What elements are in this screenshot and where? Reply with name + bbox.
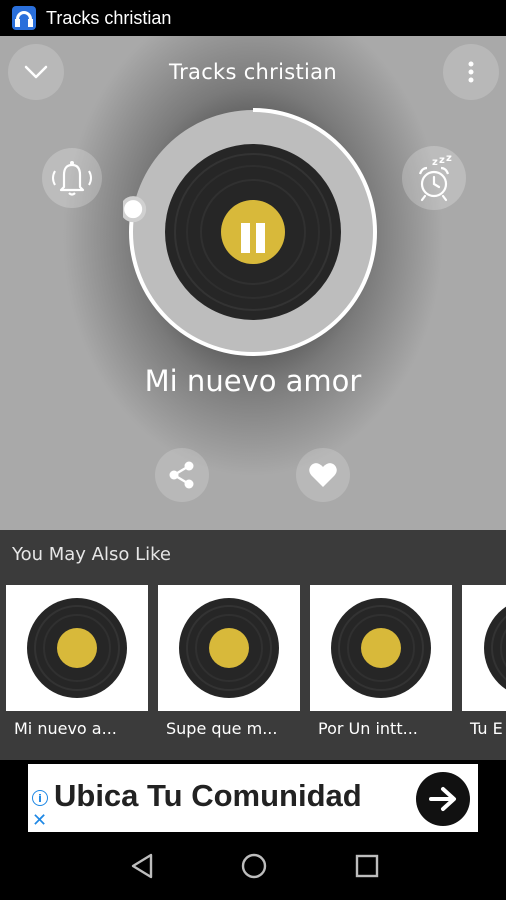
pause-icon (241, 223, 265, 253)
bell-ringing-icon (52, 161, 92, 196)
disc-icon (484, 606, 506, 690)
recommendation-card[interactable]: Tu E (462, 585, 506, 747)
card-disc-art (6, 585, 148, 711)
alarm-button[interactable] (42, 148, 102, 208)
ad-text: Ubica Tu Comunidad (54, 778, 362, 813)
svg-text:z: z (432, 157, 438, 168)
more-options-button[interactable] (443, 44, 499, 100)
recommendation-card[interactable]: Supe que m... (158, 585, 300, 747)
card-label: Supe que m... (158, 711, 300, 747)
card-disc-art (158, 585, 300, 711)
svg-text:z: z (446, 154, 452, 164)
status-bar: Tracks christian (0, 0, 506, 36)
card-label: Tu E (462, 711, 506, 747)
recommendations-section: You May Also Like Mi nuevo a... Supe que… (0, 530, 506, 760)
disc-icon (179, 598, 279, 698)
heart-icon (309, 463, 337, 487)
alarm-clock-sleep-icon: z z z (418, 154, 452, 202)
home-circle-icon[interactable] (240, 852, 268, 880)
share-button[interactable] (155, 448, 209, 502)
svg-text:z: z (439, 155, 445, 166)
card-disc-art (462, 585, 506, 711)
recommendation-card[interactable]: Por Un intt... (310, 585, 452, 747)
ad-area: i ✕ Ubica Tu Comunidad (0, 760, 506, 832)
app-headphones-icon (12, 6, 36, 30)
sleep-timer-button[interactable]: z z z (402, 146, 466, 210)
disc-icon (27, 598, 127, 698)
ad-info-icon[interactable]: i (32, 790, 48, 806)
song-title: Mi nuevo amor (144, 364, 362, 398)
play-pause-button[interactable] (221, 206, 285, 270)
ad-close-icon[interactable]: ✕ (32, 812, 47, 830)
seek-handle[interactable] (123, 196, 147, 223)
arrow-right-icon (429, 787, 456, 811)
ad-arrow-button[interactable] (416, 772, 470, 826)
status-bar-app-title: Tracks christian (46, 7, 172, 28)
card-disc-art (310, 585, 452, 711)
card-label: Por Un intt... (310, 711, 452, 747)
system-nav-bar (0, 832, 506, 900)
favorite-button[interactable] (296, 448, 350, 502)
share-icon (169, 461, 194, 489)
more-vertical-icon (468, 61, 474, 83)
recents-square-icon[interactable] (355, 854, 379, 878)
back-triangle-icon[interactable] (130, 853, 154, 879)
disc-icon (331, 598, 431, 698)
card-label: Mi nuevo a... (6, 711, 148, 747)
player-panel: Tracks christian z z z Mi nuevo amor (0, 36, 506, 530)
recommendation-card[interactable]: Mi nuevo a... (6, 585, 148, 747)
section-title: You May Also Like (12, 544, 171, 565)
page-title: Tracks christian (169, 60, 337, 84)
ad-banner[interactable]: i ✕ Ubica Tu Comunidad (28, 764, 478, 832)
